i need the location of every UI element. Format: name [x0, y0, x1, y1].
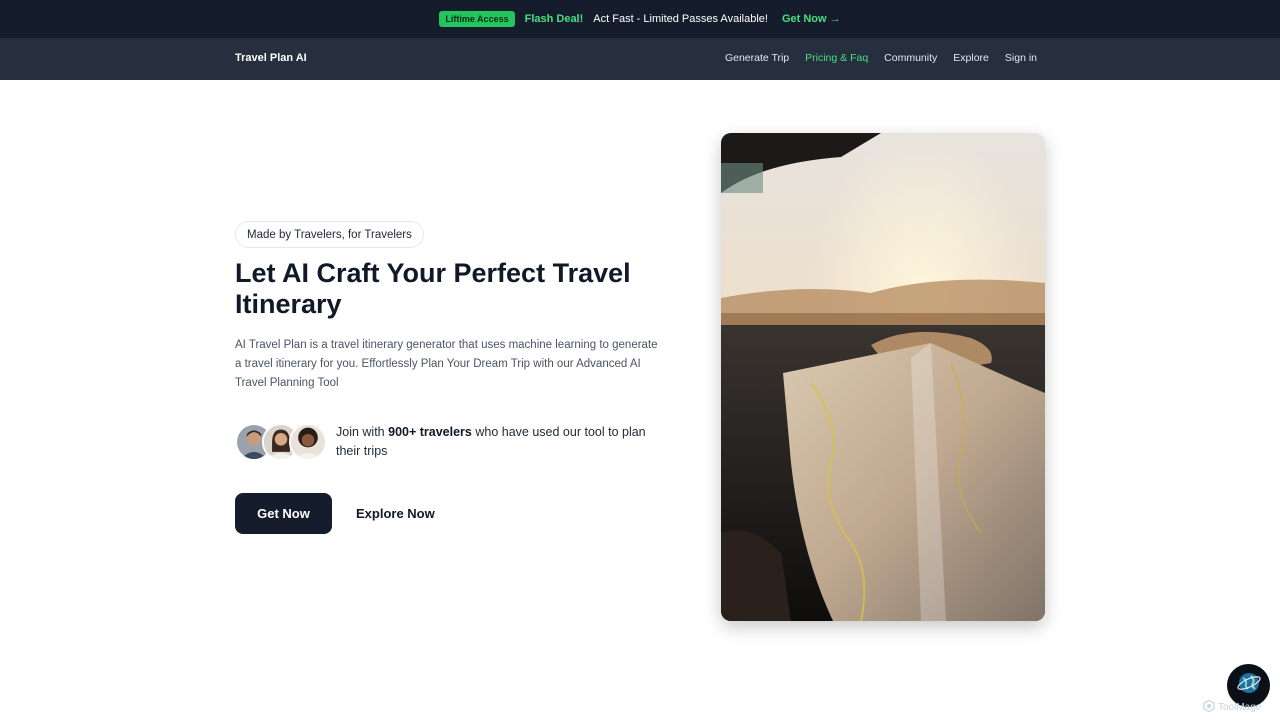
- social-proof-prefix: Join with: [336, 425, 385, 439]
- nav-sign-in[interactable]: Sign in: [1005, 52, 1037, 64]
- promo-banner: Liftime Access Flash Deal! Act Fast - Li…: [0, 0, 1280, 38]
- traveler-avatars: [235, 423, 327, 461]
- promo-message: Act Fast - Limited Passes Available!: [593, 13, 768, 25]
- hero-description: AI Travel Plan is a travel itinerary gen…: [235, 339, 658, 389]
- hero-travel-photo: [721, 133, 1045, 621]
- globe-icon: [1236, 671, 1261, 700]
- get-now-button[interactable]: Get Now: [235, 493, 332, 534]
- top-navbar: Travel Plan AI Generate Trip Pricing & F…: [0, 38, 1280, 80]
- social-proof-count: 900+ travelers: [388, 425, 472, 439]
- nav-explore[interactable]: Explore: [953, 52, 989, 64]
- watermark-text: ToolMage: [1218, 702, 1262, 713]
- promo-get-now-link[interactable]: Get Now →: [782, 13, 841, 25]
- lifetime-access-badge: Liftime Access: [439, 11, 515, 27]
- avatar: [289, 423, 327, 461]
- watermark: ToolMage: [1203, 699, 1262, 715]
- nav-generate-trip[interactable]: Generate Trip: [725, 52, 789, 64]
- nav-links: Generate Trip Pricing & Faq Community Ex…: [725, 52, 1037, 64]
- tagline-pill: Made by Travelers, for Travelers: [235, 221, 424, 248]
- toolmage-logo-icon: [1203, 699, 1215, 715]
- social-proof-text: Join with 900+ travelers who have used o…: [336, 423, 656, 461]
- explore-now-button[interactable]: Explore Now: [356, 493, 435, 534]
- hero-headline: Let AI Craft Your Perfect Travel Itinera…: [235, 258, 631, 319]
- nav-pricing-faq[interactable]: Pricing & Faq: [805, 52, 868, 64]
- nav-community[interactable]: Community: [884, 52, 937, 64]
- flash-deal-label: Flash Deal!: [524, 13, 584, 25]
- brand-logo-text[interactable]: Travel Plan AI: [235, 52, 307, 64]
